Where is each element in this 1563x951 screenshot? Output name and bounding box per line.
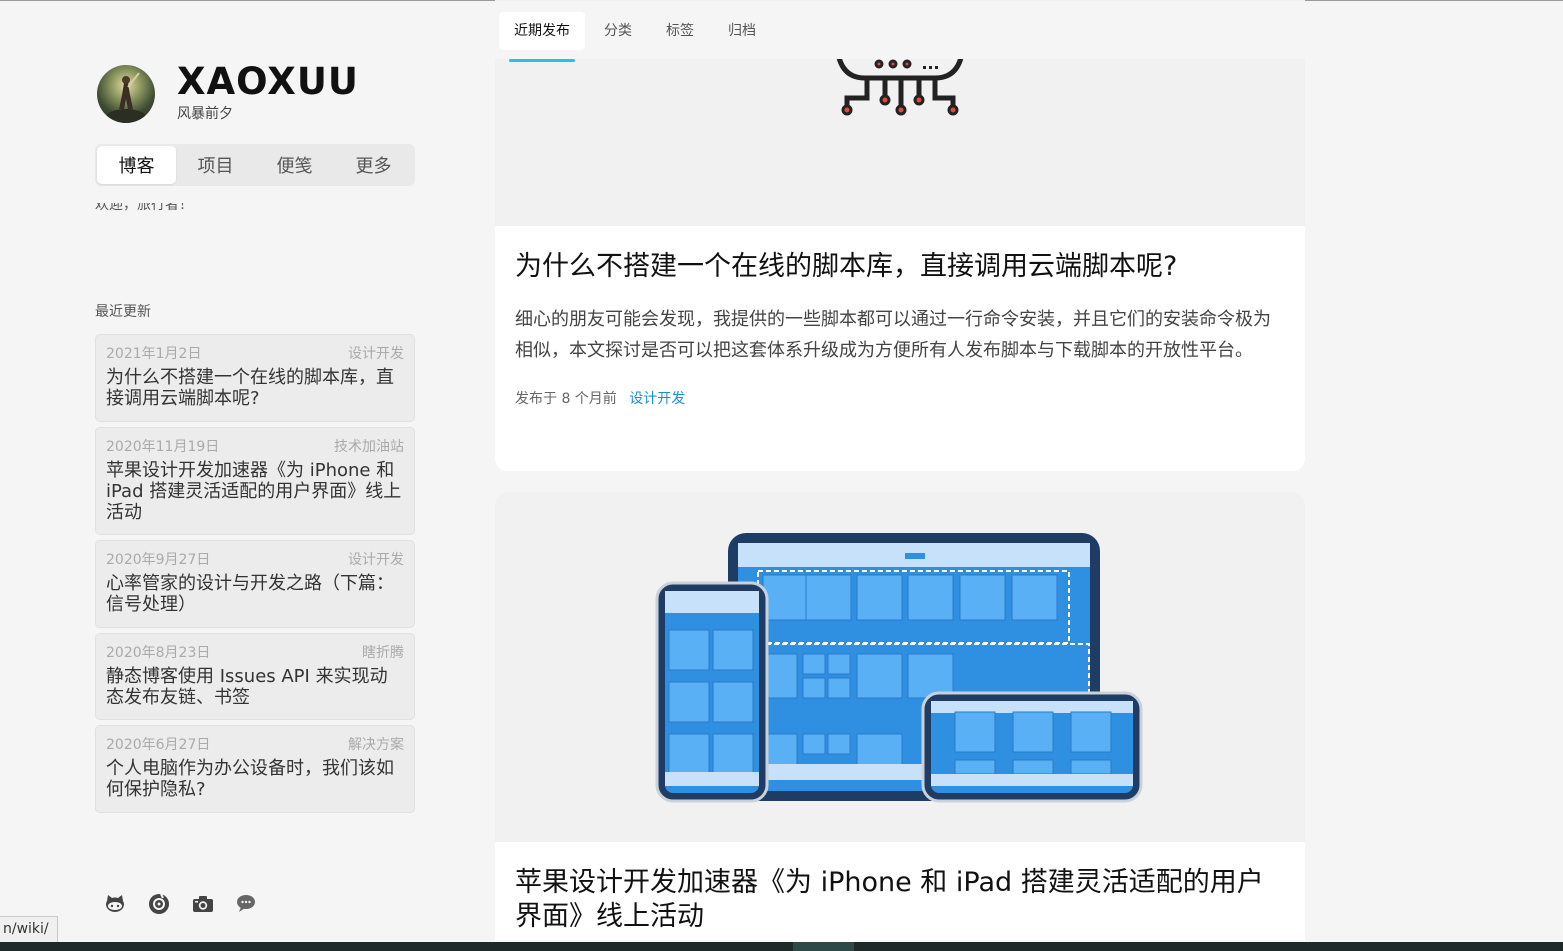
- sidebar-tab-projects[interactable]: 项目: [176, 146, 255, 184]
- welcome-text: 欢迎，旅行者！: [95, 203, 193, 213]
- post-card[interactable]: 苹果设计开发加速器《为 iPhone 和 iPad 搭建灵活适配的用户界面》线上…: [495, 492, 1305, 951]
- post-title[interactable]: 为什么不搭建一个在线的脚本库，直接调用云端脚本呢?: [515, 250, 1285, 284]
- update-title[interactable]: 静态博客使用 Issues API 来实现动态发布友链、书签: [106, 666, 404, 708]
- sidebar-tabs: 博客 项目 便笺 更多: [95, 144, 415, 186]
- avatar[interactable]: [97, 65, 155, 123]
- update-card[interactable]: 2020年11月19日 技术加油站 苹果设计开发加速器《为 iPhone 和 iP…: [95, 427, 415, 535]
- iphone-ipad-layout-illustration: [655, 533, 1143, 803]
- update-date: 2020年11月19日: [106, 439, 220, 455]
- update-category[interactable]: 设计开发: [348, 344, 404, 364]
- scrolled-welcome-text: 欢迎，旅行者！: [95, 203, 415, 219]
- netease-music-icon[interactable]: [145, 890, 173, 918]
- update-category[interactable]: 解决方案: [348, 735, 404, 755]
- post-meta: 发布于 8 个月前 设计开发: [515, 388, 1285, 408]
- status-bar-url: n/wiki/: [0, 916, 58, 942]
- update-date: 2020年8月23日: [106, 645, 211, 661]
- update-date: 2021年1月2日: [106, 346, 202, 362]
- taskbar-strip: [0, 942, 1563, 951]
- camera-icon[interactable]: [189, 890, 217, 918]
- update-card[interactable]: 2021年1月2日 设计开发 为什么不搭建一个在线的脚本库，直接调用云端脚本呢?: [95, 334, 415, 422]
- update-title[interactable]: 心率管家的设计与开发之路（下篇：信号处理）: [106, 573, 404, 615]
- post-category-link[interactable]: 设计开发: [629, 391, 685, 407]
- update-title[interactable]: 苹果设计开发加速器《为 iPhone 和 iPad 搭建灵活适配的用户界面》线上…: [106, 460, 404, 523]
- update-card[interactable]: 2020年6月27日 解决方案 个人电脑作为办公设备时，我们该如何保护隐私?: [95, 725, 415, 813]
- post-excerpt: 细心的朋友可能会发现，我提供的一些脚本都可以通过一行命令安装，并且它们的安装命令…: [515, 309, 1271, 361]
- sidebar: XAOXUU 风暴前夕 博客 项目 便笺 更多 欢迎，旅行者！ 最近更新 202…: [95, 0, 415, 951]
- chat-icon[interactable]: [233, 890, 261, 918]
- sidebar-tab-notes[interactable]: 便笺: [255, 146, 334, 184]
- tab-archive[interactable]: 归档: [713, 12, 771, 50]
- github-icon[interactable]: [101, 890, 129, 918]
- update-card[interactable]: 2020年8月23日 瞎折腾 静态博客使用 Issues API 来实现动态发布友…: [95, 633, 415, 720]
- update-title[interactable]: 个人电脑作为办公设备时，我们该如何保护隐私?: [106, 758, 404, 800]
- update-date: 2020年9月27日: [106, 552, 211, 568]
- recent-updates-label: 最近更新: [95, 304, 151, 320]
- taskbar-active-segment: [793, 942, 854, 951]
- update-date: 2020年6月27日: [106, 737, 211, 753]
- tab-tags[interactable]: 标签: [651, 12, 709, 50]
- update-category[interactable]: 瞎折腾: [362, 643, 404, 663]
- sidebar-tab-blog[interactable]: 博客: [97, 146, 176, 184]
- update-title[interactable]: 为什么不搭建一个在线的脚本库，直接调用云端脚本呢?: [106, 367, 404, 409]
- social-links: [101, 890, 261, 918]
- main-tabs: 近期发布 分类 标签 归档: [499, 12, 771, 62]
- post-card[interactable]: 为什么不搭建一个在线的脚本库，直接调用云端脚本呢? 细心的朋友可能会发现，我提供…: [495, 0, 1305, 471]
- tab-categories[interactable]: 分类: [589, 12, 647, 50]
- post-published-time: 发布于 8 个月前: [515, 391, 617, 407]
- avatar-image: [106, 72, 146, 123]
- sidebar-tab-more[interactable]: 更多: [334, 146, 413, 184]
- post-title[interactable]: 苹果设计开发加速器《为 iPhone 和 iPad 搭建灵活适配的用户界面》线上…: [515, 866, 1285, 934]
- post-cover-image[interactable]: [495, 492, 1305, 842]
- site-subtitle: 风暴前夕: [177, 106, 233, 122]
- tab-recent[interactable]: 近期发布: [499, 12, 585, 62]
- update-card[interactable]: 2020年9月27日 设计开发 心率管家的设计与开发之路（下篇：信号处理）: [95, 540, 415, 628]
- update-category[interactable]: 技术加油站: [334, 437, 404, 457]
- site-title[interactable]: XAOXUU: [177, 60, 359, 103]
- update-category[interactable]: 设计开发: [348, 550, 404, 570]
